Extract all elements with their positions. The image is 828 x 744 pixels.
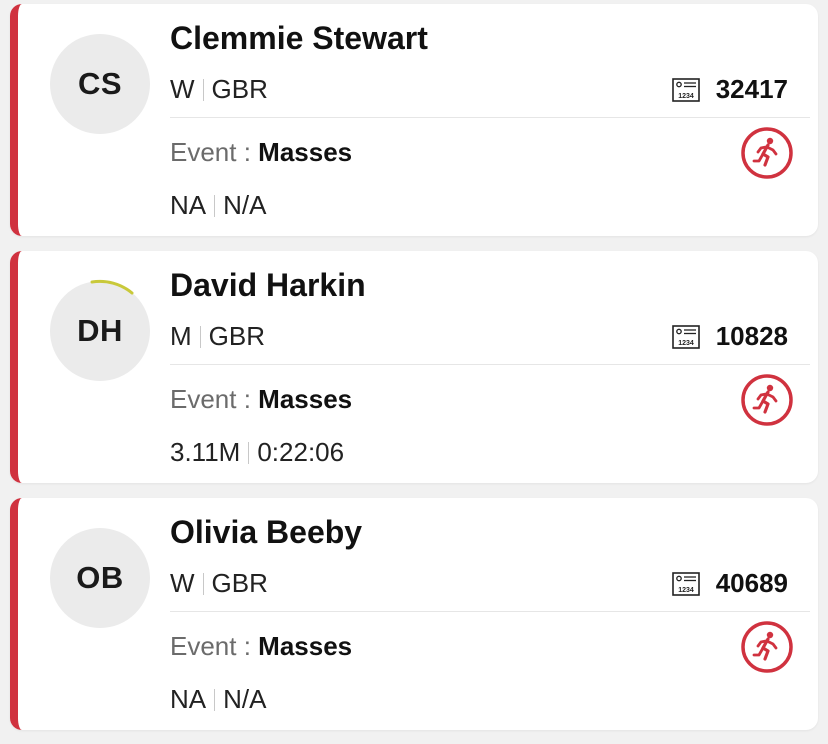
bib-number: 1234 10828	[671, 321, 788, 352]
event-label: Event :	[170, 631, 251, 661]
separator	[214, 194, 216, 217]
svg-text:1234: 1234	[678, 587, 694, 594]
athlete-gender: M	[170, 321, 192, 351]
event-info: Event : Masses	[170, 384, 352, 415]
athlete-result: NA N/A	[170, 684, 266, 715]
avatar-initials: CS	[77, 66, 123, 101]
bib-number-icon: 1234	[671, 324, 700, 349]
event-value: Masses	[258, 631, 353, 661]
result-time: N/A	[223, 190, 267, 220]
result-distance: NA	[170, 684, 207, 714]
event-info: Event : Masses	[170, 631, 352, 662]
result-distance: 3.11M	[170, 437, 241, 467]
event-info: Event : Masses	[170, 137, 352, 168]
running-person-icon[interactable]	[740, 126, 794, 180]
event-label: Event :	[170, 384, 251, 414]
athlete-name: David Harkin	[170, 267, 366, 303]
separator	[214, 688, 216, 711]
athlete-result: NA N/A	[170, 190, 266, 221]
athlete-country: GBR	[211, 568, 268, 598]
athlete-gender: W	[170, 568, 195, 598]
result-time: 0:22:06	[257, 437, 345, 467]
avatar: OB	[50, 528, 150, 628]
result-distance: NA	[170, 190, 207, 220]
athlete-meta: W GBR	[170, 568, 268, 599]
event-label: Event :	[170, 137, 251, 167]
athlete-country: GBR	[211, 74, 268, 104]
bib-number: 1234 32417	[671, 74, 788, 105]
svg-text:1234: 1234	[678, 93, 694, 100]
bib-number-icon: 1234	[671, 571, 700, 596]
separator	[199, 325, 201, 348]
svg-text:1234: 1234	[678, 340, 694, 347]
avatar-initials: DH	[77, 313, 123, 348]
divider	[170, 117, 810, 118]
event-value: Masses	[258, 384, 353, 414]
athlete-list: CS Clemmie Stewart W GBR 1234 32417 Even…	[0, 0, 828, 744]
avatar: CS	[50, 34, 150, 134]
athlete-card[interactable]: OB Olivia Beeby W GBR 1234 40689 Event :…	[10, 498, 818, 730]
separator	[248, 441, 250, 464]
avatar: DH	[50, 279, 150, 381]
athlete-meta: W GBR	[170, 74, 268, 105]
bib-number-value: 40689	[715, 568, 788, 598]
athlete-name: Clemmie Stewart	[170, 20, 428, 56]
event-value: Masses	[258, 137, 353, 167]
athlete-card[interactable]: DH David Harkin M GBR 1234 10828 Event :…	[10, 251, 818, 483]
athlete-card[interactable]: CS Clemmie Stewart W GBR 1234 32417 Even…	[10, 4, 818, 236]
athlete-country: GBR	[208, 321, 266, 351]
athlete-meta: M GBR	[170, 321, 265, 352]
divider	[170, 611, 810, 612]
athlete-name: Olivia Beeby	[170, 514, 363, 550]
result-time: N/A	[223, 684, 267, 714]
avatar-initials: OB	[76, 560, 124, 595]
running-person-icon[interactable]	[740, 620, 794, 674]
bib-number: 1234 40689	[671, 568, 788, 599]
athlete-result: 3.11M 0:22:06	[170, 437, 344, 468]
running-person-icon[interactable]	[740, 373, 794, 427]
separator	[202, 572, 204, 595]
bib-number-value: 32417	[715, 74, 788, 104]
bib-number-value: 10828	[715, 321, 788, 351]
divider	[170, 364, 810, 365]
bib-number-icon: 1234	[671, 77, 700, 102]
athlete-gender: W	[170, 74, 195, 104]
separator	[202, 78, 204, 101]
